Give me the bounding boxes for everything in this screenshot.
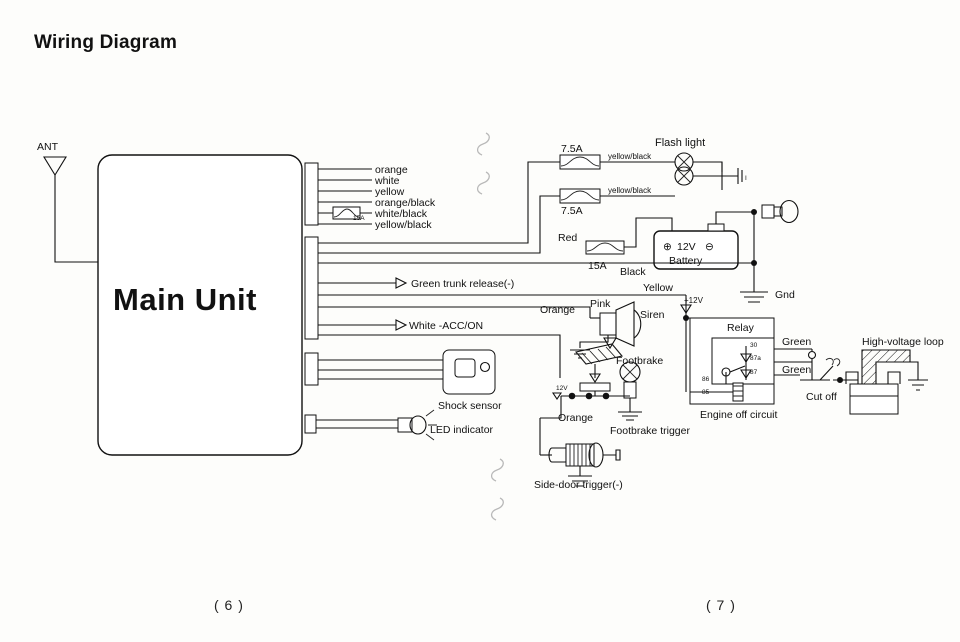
siren-label: Siren xyxy=(640,309,665,321)
siren-orange-label: Orange xyxy=(540,304,575,316)
acc-on-label: White -ACC/ON xyxy=(409,320,483,332)
relay-terminal-30: 30 xyxy=(750,342,758,349)
battery-group: Red 15A ⊕ 12V ⊖ Battery Black Gnd xyxy=(558,199,799,303)
battery-plus-sign: ⊕ xyxy=(663,241,672,253)
antenna-group: ANT xyxy=(37,141,100,263)
flash-fuse-bottom-label: 7.5A xyxy=(561,205,583,217)
relay-terminal-87a: 87a xyxy=(750,355,761,362)
flash-light-group: Flash light 7.5A yellow/black 7.5A yello… xyxy=(559,137,747,217)
led-indicator-label: LED indicator xyxy=(430,424,494,436)
main-unit-label: Main Unit xyxy=(113,282,257,317)
relay-green-bottom: Green xyxy=(782,364,811,376)
flash-fuse-bottom: 7.5A xyxy=(559,188,601,217)
side-door-group: Side-door trigger(-) xyxy=(534,442,623,491)
flash-fuse-top: 7.5A xyxy=(559,143,601,170)
ground-symbol-main xyxy=(740,291,768,303)
siren-group: Orange Pink Siren xyxy=(540,298,665,359)
flash-fuse-top-label: 7.5A xyxy=(561,143,583,155)
wiring-diagram-page: Wiring Diagram ANT Main Unit 15A orange … xyxy=(0,0,960,642)
flash-ground-tick: I xyxy=(745,175,747,182)
engine-off-caption: Engine off circuit xyxy=(700,409,778,421)
page-number-right: ( 7 ) xyxy=(706,597,736,613)
harness-fuse: 15A xyxy=(332,206,365,222)
bulb-symbol xyxy=(761,199,799,224)
diagram-canvas: ANT Main Unit 15A orange white yellow or… xyxy=(37,132,944,521)
footbrake-group: Footbrake 12V Orange Footbrake trigger xyxy=(539,343,690,455)
relay-title: Relay xyxy=(727,322,755,334)
flash-wire-top-label: yellow/black xyxy=(608,152,652,161)
led-indicator-group: LED indicator xyxy=(316,409,494,441)
wire-label-yellow-black: yellow/black xyxy=(375,219,432,231)
antenna-label: ANT xyxy=(37,141,59,153)
shock-sensor-group: Shock sensor xyxy=(318,349,502,412)
ground-label: Gnd xyxy=(775,289,795,301)
shock-sensor-label: Shock sensor xyxy=(438,400,502,412)
high-voltage-loop-group: High-voltage loop xyxy=(845,336,944,415)
footbrake-orange-label: Orange xyxy=(558,412,593,424)
yellow-wire-label: Yellow xyxy=(643,282,673,294)
battery-voltage: 12V xyxy=(677,241,696,253)
battery-black-wire-label: Black xyxy=(620,266,646,278)
battery-red-wire-label: Red xyxy=(558,232,577,244)
output-arrows: Green trunk release(-) White -ACC/ON xyxy=(395,277,514,332)
trunk-release-label: Green trunk release(-) xyxy=(411,278,514,290)
flash-wire-bottom-label: yellow/black xyxy=(608,186,652,195)
harness-wires: 15A orange white yellow orange/black whi… xyxy=(318,164,436,231)
battery-fuse: 15A xyxy=(585,240,625,272)
battery-label: Battery xyxy=(669,255,703,267)
harness-fuse-label: 15A xyxy=(353,215,365,222)
footbrake-trigger-label: Footbrake trigger xyxy=(610,425,690,437)
engine-off-circuit: Relay 30 87a 87 86 85 Engine off circuit… xyxy=(689,317,817,421)
supply-12v-label: +12V xyxy=(684,296,704,305)
siren-pink-label: Pink xyxy=(590,298,611,310)
cut-off-label: Cut off xyxy=(806,391,837,403)
battery-fuse-label: 15A xyxy=(588,260,607,272)
side-door-label: Side-door trigger(-) xyxy=(534,479,623,491)
page-number-left: ( 6 ) xyxy=(214,597,244,613)
main-unit: Main Unit xyxy=(97,154,303,456)
footbrake-supply-label: 12V xyxy=(556,385,568,392)
relay-terminal-86: 86 xyxy=(702,376,710,383)
high-voltage-label: High-voltage loop xyxy=(862,336,944,348)
battery-minus-sign: ⊖ xyxy=(705,241,714,253)
relay-green-top: Green xyxy=(782,336,811,348)
flash-light-title: Flash light xyxy=(655,137,705,149)
connector-blocks xyxy=(304,162,319,434)
